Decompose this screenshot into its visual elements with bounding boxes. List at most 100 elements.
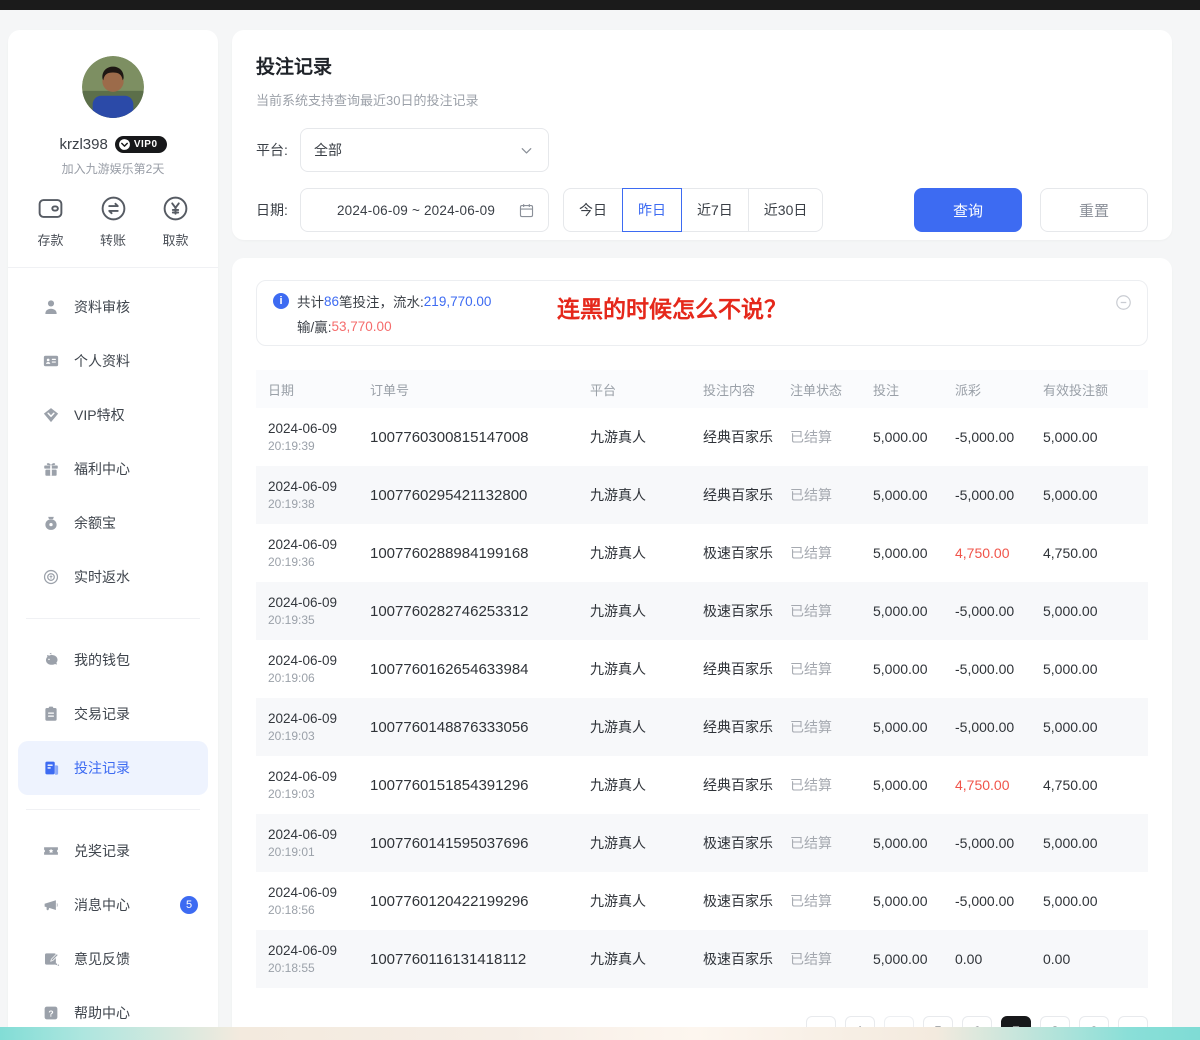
platform-label: 平台: bbox=[256, 140, 300, 160]
cell-bet-amount: 5,000.00 bbox=[861, 893, 943, 909]
table-row: 2024-06-0920:19:031007760148876333056九游真… bbox=[256, 698, 1148, 756]
column-header: 投注内容 bbox=[691, 380, 778, 399]
cell-status: 已结算 bbox=[778, 543, 861, 563]
cell-platform: 九游真人 bbox=[578, 833, 691, 853]
vip-shield-icon bbox=[118, 138, 131, 151]
avatar[interactable] bbox=[82, 56, 144, 118]
table-header-row: 日期订单号平台投注内容注单状态投注派彩有效投注额 bbox=[256, 370, 1148, 408]
sidebar-item-my-wallet[interactable]: 我的钱包 bbox=[18, 633, 208, 687]
column-header: 投注 bbox=[861, 380, 943, 399]
sidebar-item-feedback[interactable]: 意见反馈 bbox=[18, 932, 208, 986]
sidebar-item-bet-records[interactable]: 投注记录 bbox=[18, 741, 208, 795]
date-label: 日期: bbox=[256, 200, 300, 220]
table-row: 2024-06-0920:19:011007760141595037696九游真… bbox=[256, 814, 1148, 872]
cell-bet-content: 极速百家乐 bbox=[691, 601, 778, 621]
feedback-icon bbox=[42, 950, 60, 968]
id-card-icon bbox=[42, 352, 60, 370]
cell-payout: -5,000.00 bbox=[943, 429, 1031, 445]
sidebar-item-label: 投注记录 bbox=[74, 758, 130, 778]
sidebar-item-personal-info[interactable]: 个人资料 bbox=[18, 334, 208, 388]
annotation-text: 连黑的时候怎么不说？ bbox=[557, 290, 787, 324]
cell-bet-content: 经典百家乐 bbox=[691, 717, 778, 737]
table-row: 2024-06-0920:19:061007760162654633984九游真… bbox=[256, 640, 1148, 698]
cell-payout: -5,000.00 bbox=[943, 487, 1031, 503]
cell-valid-bet: 5,000.00 bbox=[1031, 429, 1148, 445]
redeem-icon bbox=[42, 842, 60, 860]
quick-last30-button[interactable]: 近30日 bbox=[748, 188, 824, 232]
sidebar-item-yuebao[interactable]: 余额宝 bbox=[18, 496, 208, 550]
cell-order-number: 1007760148876333056 bbox=[358, 719, 578, 736]
column-header: 有效投注额 bbox=[1031, 380, 1148, 399]
deposit-icon bbox=[36, 194, 65, 223]
summary-count: 86 bbox=[324, 294, 339, 309]
cell-order-number: 1007760295421132800 bbox=[358, 487, 578, 504]
username: krzl398 bbox=[59, 136, 107, 153]
sidebar-menu: 资料审核个人资料VIP特权福利中心余额宝实时返水我的钱包交易记录投注记录兑奖记录… bbox=[8, 268, 218, 1040]
top-black-bar bbox=[0, 0, 1200, 10]
column-header: 派彩 bbox=[943, 380, 1031, 399]
sidebar-item-message-center[interactable]: 消息中心5 bbox=[18, 878, 208, 932]
cell-payout: 4,750.00 bbox=[943, 777, 1031, 793]
cell-valid-bet: 5,000.00 bbox=[1031, 487, 1148, 503]
table-row: 2024-06-0920:19:361007760288984199168九游真… bbox=[256, 524, 1148, 582]
quick-today-button[interactable]: 今日 bbox=[563, 188, 623, 232]
action-label: 取款 bbox=[162, 230, 188, 249]
cell-valid-bet: 5,000.00 bbox=[1031, 719, 1148, 735]
table-row: 2024-06-0920:19:351007760282746253312九游真… bbox=[256, 582, 1148, 640]
svg-text:?: ? bbox=[48, 1008, 53, 1018]
summary-prefix: 共计 bbox=[297, 291, 324, 311]
withdraw-button[interactable]: 取款 bbox=[161, 194, 190, 249]
message-icon bbox=[42, 896, 60, 914]
cell-platform: 九游真人 bbox=[578, 543, 691, 563]
cell-platform: 九游真人 bbox=[578, 717, 691, 737]
cell-date: 2024-06-0920:19:03 bbox=[256, 711, 358, 743]
collapse-icon[interactable] bbox=[1114, 293, 1133, 312]
sidebar-item-label: 交易记录 bbox=[74, 704, 130, 724]
quick-last7-button[interactable]: 近7日 bbox=[681, 188, 749, 232]
transfer-icon bbox=[99, 194, 128, 223]
sidebar-item-transaction-records[interactable]: 交易记录 bbox=[18, 687, 208, 741]
date-range-value: 2024-06-09 ~ 2024-06-09 bbox=[314, 203, 518, 218]
table-row: 2024-06-0920:18:561007760120422199296九游真… bbox=[256, 872, 1148, 930]
sidebar-item-profile-audit[interactable]: 资料审核 bbox=[18, 280, 208, 334]
gift-icon bbox=[42, 460, 60, 478]
page-title: 投注记录 bbox=[256, 52, 1148, 79]
cell-platform: 九游真人 bbox=[578, 427, 691, 447]
column-header: 平台 bbox=[578, 380, 691, 399]
table-body: 2024-06-0920:19:391007760300815147008九游真… bbox=[256, 408, 1148, 988]
date-range-input[interactable]: 2024-06-09 ~ 2024-06-09 bbox=[300, 188, 549, 232]
sidebar-item-welfare-center[interactable]: 福利中心 bbox=[18, 442, 208, 496]
cell-bet-content: 极速百家乐 bbox=[691, 949, 778, 969]
transfer-button[interactable]: 转账 bbox=[99, 194, 128, 249]
wallet-icon bbox=[42, 651, 60, 669]
cell-date: 2024-06-0920:18:55 bbox=[256, 943, 358, 975]
sidebar-item-realtime-rebate[interactable]: 实时返水 bbox=[18, 550, 208, 604]
cell-order-number: 1007760300815147008 bbox=[358, 429, 578, 446]
reset-button[interactable]: 重置 bbox=[1040, 188, 1148, 232]
filters-card: 投注记录 当前系统支持查询最近30日的投注记录 平台: 全部 日期: 2024-… bbox=[232, 30, 1172, 240]
sidebar-item-label: 余额宝 bbox=[74, 513, 116, 533]
search-button[interactable]: 查询 bbox=[914, 188, 1022, 232]
cell-platform: 九游真人 bbox=[578, 891, 691, 911]
table-row: 2024-06-0920:19:031007760151854391296九游真… bbox=[256, 756, 1148, 814]
deposit-button[interactable]: 存款 bbox=[36, 194, 65, 249]
quick-yesterday-button[interactable]: 昨日 bbox=[622, 188, 682, 232]
cell-status: 已结算 bbox=[778, 949, 861, 969]
platform-select-value: 全部 bbox=[314, 140, 518, 160]
action-label: 存款 bbox=[37, 230, 63, 249]
cell-payout: -5,000.00 bbox=[943, 661, 1031, 677]
cell-platform: 九游真人 bbox=[578, 949, 691, 969]
cell-bet-amount: 5,000.00 bbox=[861, 545, 943, 561]
cell-bet-amount: 5,000.00 bbox=[861, 719, 943, 735]
sidebar-item-redeem-records[interactable]: 兑奖记录 bbox=[18, 824, 208, 878]
summary-bar: i 共计86笔投注，流水: 219,770.00 输/赢: 53,770.00 … bbox=[256, 280, 1148, 346]
cell-valid-bet: 4,750.00 bbox=[1031, 545, 1148, 561]
sidebar-item-vip-privilege[interactable]: VIP特权 bbox=[18, 388, 208, 442]
chevron-down-icon bbox=[518, 142, 535, 159]
column-header: 注单状态 bbox=[778, 380, 861, 399]
platform-select[interactable]: 全部 bbox=[300, 128, 549, 172]
cell-status: 已结算 bbox=[778, 485, 861, 505]
transactions-icon bbox=[42, 705, 60, 723]
cell-order-number: 1007760116131418112 bbox=[358, 951, 578, 968]
user-audit-icon bbox=[42, 298, 60, 316]
